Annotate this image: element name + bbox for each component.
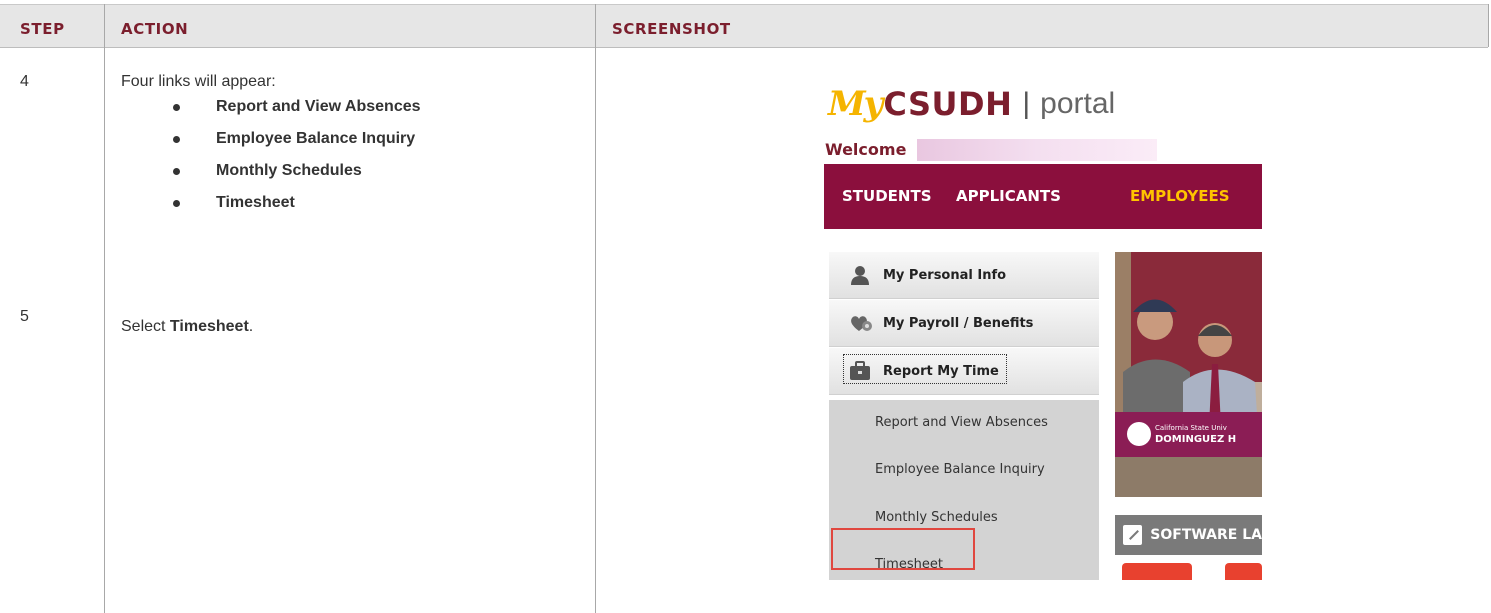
nav-applicants[interactable]: APPLICANTS: [956, 164, 1061, 229]
list-item: Monthly Schedules: [166, 155, 421, 187]
sidebar-item-personal-info[interactable]: My Personal Info: [829, 252, 1099, 299]
event-photo: California State Univ DOMINGUEZ H: [1115, 252, 1262, 497]
step-number: 4: [20, 73, 29, 90]
banner-prefix-text: California State Univ: [1155, 424, 1227, 432]
app-tile[interactable]: [1122, 563, 1192, 580]
app-tile[interactable]: [1225, 563, 1262, 580]
header-action: ACTION: [121, 20, 189, 38]
table-right-border: [1488, 4, 1489, 47]
person-icon: [849, 265, 871, 285]
logo-csudh: CSUDH: [883, 85, 1013, 123]
list-item: Timesheet: [166, 187, 421, 219]
nav-students[interactable]: STUDENTS: [842, 164, 932, 229]
portal-logo: My CSUDH | portal: [828, 78, 1115, 130]
sidebar-item-label: My Payroll / Benefits: [883, 315, 1034, 331]
action-intro: Four links will appear:: [121, 73, 276, 90]
timesheet-highlight-box: [831, 528, 975, 570]
action-select-text: Select Timesheet.: [121, 318, 253, 336]
banner-name-text: DOMINGUEZ H: [1155, 434, 1236, 445]
logo-separator: |: [1022, 87, 1031, 120]
submenu-report-view-absences[interactable]: Report and View Absences: [875, 415, 1048, 430]
focus-outline: [843, 354, 1007, 384]
sidebar-item-label: My Personal Info: [883, 267, 1007, 283]
portal-screenshot: My CSUDH | portal Welcome STUDENTS APPLI…: [820, 70, 1262, 580]
instruction-table: STEP ACTION SCREENSHOT 4 Four links will…: [0, 0, 1491, 613]
redacted-username: [917, 139, 1157, 161]
software-tile-label: SOFTWARE LA: [1150, 527, 1262, 543]
payroll-icon: [849, 313, 872, 333]
submenu-monthly-schedules[interactable]: Monthly Schedules: [875, 510, 998, 525]
top-nav: STUDENTS APPLICANTS EMPLOYEES: [824, 164, 1262, 229]
external-link-icon: [1123, 525, 1143, 545]
list-item: Report and View Absences: [166, 91, 421, 123]
welcome-label: Welcome: [825, 140, 907, 159]
logo-my: My: [828, 84, 883, 124]
action-suffix: .: [248, 318, 254, 335]
header-screenshot: SCREENSHOT: [612, 20, 731, 38]
column-divider: [595, 4, 596, 613]
nav-employees[interactable]: EMPLOYEES: [1130, 164, 1230, 229]
submenu-employee-balance-inquiry[interactable]: Employee Balance Inquiry: [875, 462, 1045, 477]
sidebar-item-payroll[interactable]: My Payroll / Benefits: [829, 300, 1099, 347]
logo-portal: portal: [1040, 87, 1116, 120]
action-prefix: Select: [121, 318, 170, 335]
action-bold: Timesheet: [169, 318, 249, 335]
step-number: 5: [20, 308, 29, 325]
header-step: STEP: [20, 20, 65, 38]
list-item: Employee Balance Inquiry: [166, 123, 421, 155]
links-list: Report and View Absences Employee Balanc…: [166, 91, 421, 219]
software-tile[interactable]: SOFTWARE LA: [1115, 515, 1262, 555]
column-divider: [104, 4, 105, 613]
table-header-row: STEP ACTION SCREENSHOT: [0, 4, 1488, 48]
